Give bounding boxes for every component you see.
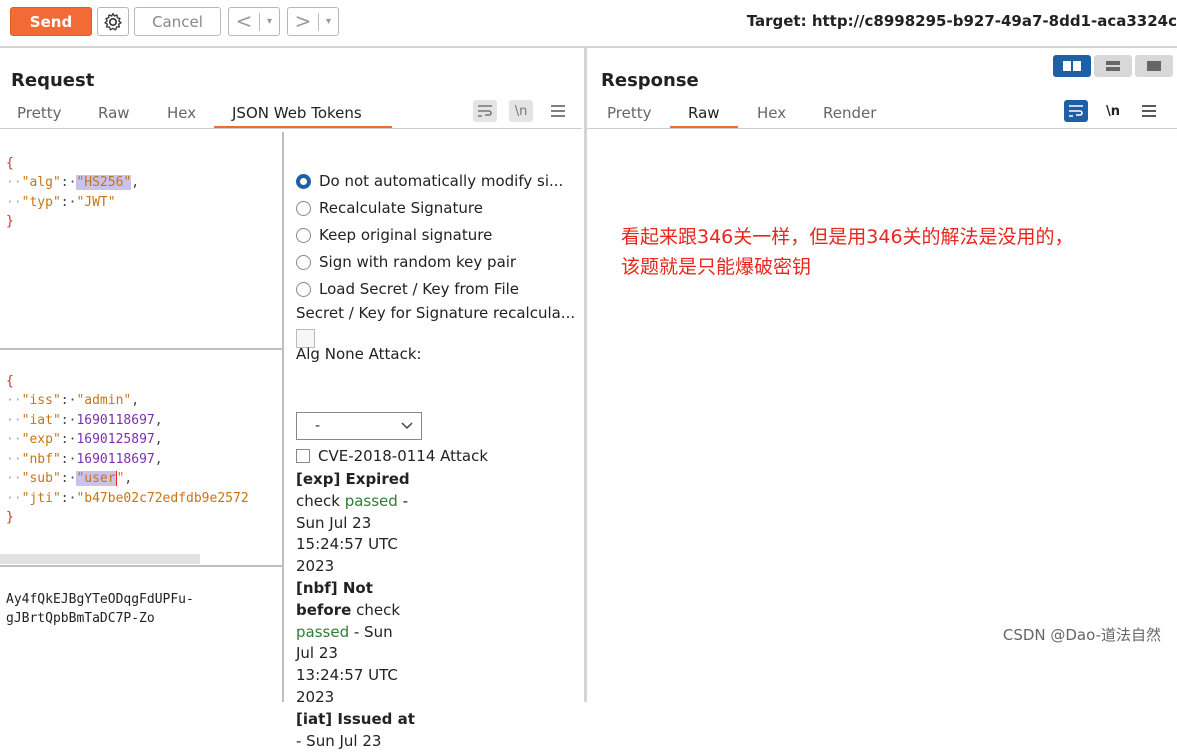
- newline-icon: \n: [1105, 103, 1120, 119]
- json-value: "JWT": [76, 194, 116, 210]
- radio-icon: [296, 200, 311, 216]
- response-panel: Response Pretty Raw Hex Render \n 看起来跟34…: [587, 48, 1177, 702]
- request-title: Request: [11, 70, 95, 91]
- selected-text: "user: [76, 471, 116, 486]
- gear-icon: [104, 12, 122, 30]
- radio-icon: [296, 227, 311, 243]
- layout-stacked-button[interactable]: [1094, 55, 1132, 77]
- checkbox-icon: [296, 449, 310, 463]
- layout-tabs-button[interactable]: [1135, 55, 1173, 77]
- forward-dropdown-icon[interactable]: ▾: [319, 16, 338, 27]
- hamburger-menu-icon: [551, 105, 565, 117]
- forward-arrow-icon: >: [294, 9, 312, 33]
- menu-button[interactable]: [546, 100, 570, 122]
- menu-button[interactable]: [1137, 100, 1161, 122]
- annotation-text: 看起来跟346关一样，但是用346关的解法是没用的， 该题就是只能爆破密钥: [621, 226, 1074, 278]
- single-pane-icon: [1147, 61, 1161, 71]
- top-toolbar: Send Cancel < ▾ > ▾ Target: http://c8998…: [0, 0, 1177, 48]
- pane-splitter[interactable]: [282, 132, 284, 702]
- tab-hex[interactable]: Hex: [167, 104, 196, 122]
- secret-label: Secret / Key for Signature recalcula...: [296, 304, 576, 322]
- radio-selected-icon: [296, 173, 311, 189]
- json-key: "typ": [21, 194, 61, 210]
- forward-button[interactable]: > ▾: [287, 7, 339, 36]
- back-button[interactable]: < ▾: [228, 7, 280, 36]
- response-title: Response: [601, 70, 699, 91]
- tab-hex[interactable]: Hex: [757, 104, 786, 122]
- active-tab-indicator: [214, 126, 392, 128]
- newline-toggle-button[interactable]: \n: [1101, 100, 1125, 122]
- jwt-signature-editor[interactable]: Ay4fQkEJBgYTeODqgFdUPFu-gJBrtQpbBmTaDC7P…: [0, 570, 282, 702]
- claims-check-results: [exp] Expired check passed - Sun Jul 23 …: [296, 470, 415, 750]
- tab-json-web-tokens[interactable]: JSON Web Tokens: [232, 104, 362, 122]
- radio-icon: [296, 281, 311, 297]
- jwt-payload-editor[interactable]: {··"iss":·"admin", ··"iat":·1690118697, ··…: [0, 352, 282, 552]
- cve-checkbox[interactable]: CVE-2018-0114 Attack: [296, 447, 488, 465]
- layout-toggle: [1053, 55, 1177, 79]
- radio-recalculate-signature[interactable]: Recalculate Signature: [296, 199, 483, 217]
- newline-icon: \n: [514, 103, 528, 119]
- radio-keep-original[interactable]: Keep original signature: [296, 226, 492, 244]
- tab-pretty[interactable]: Pretty: [607, 104, 652, 122]
- radio-random-key-pair[interactable]: Sign with random key pair: [296, 253, 516, 271]
- horizontal-scrollbar[interactable]: [0, 554, 200, 564]
- jwt-header-editor[interactable]: {··"alg":·"HS256", ··"typ":·"JWT"}: [0, 134, 282, 346]
- tab-raw[interactable]: Raw: [98, 104, 130, 122]
- wrap-lines-icon: [478, 105, 492, 117]
- target-url[interactable]: Target: http://c8998295-b927-49a7-8dd1-a…: [747, 12, 1177, 30]
- hamburger-menu-icon: [1142, 105, 1156, 117]
- tab-render[interactable]: Render: [823, 104, 876, 122]
- alg-none-select[interactable]: -: [296, 412, 422, 440]
- chevron-down-icon: [401, 422, 413, 430]
- layout-side-by-side-button[interactable]: [1053, 55, 1091, 77]
- columns-icon: [1063, 61, 1081, 71]
- send-button[interactable]: Send: [10, 7, 92, 36]
- wrap-lines-button[interactable]: [1064, 100, 1088, 122]
- back-arrow-icon: <: [235, 9, 253, 33]
- radio-icon: [296, 254, 311, 270]
- cancel-button[interactable]: Cancel: [134, 7, 221, 36]
- active-tab-indicator: [670, 126, 738, 128]
- wrap-lines-icon: [1069, 105, 1083, 117]
- settings-button[interactable]: [97, 7, 129, 36]
- tab-pretty[interactable]: Pretty: [17, 104, 62, 122]
- alg-none-label: Alg None Attack:: [296, 345, 422, 363]
- radio-load-secret[interactable]: Load Secret / Key from File: [296, 280, 519, 298]
- request-panel: Request Pretty Raw Hex JSON Web Tokens \…: [0, 48, 584, 750]
- json-key: "alg": [21, 175, 61, 190]
- wrap-lines-button[interactable]: [473, 100, 497, 122]
- radio-do-not-modify[interactable]: Do not automatically modify si...: [296, 172, 563, 190]
- tab-raw[interactable]: Raw: [688, 104, 720, 122]
- newline-toggle-button[interactable]: \n: [509, 100, 533, 122]
- watermark: CSDN @Dao-道法自然: [1002, 626, 1161, 644]
- rows-icon: [1106, 61, 1120, 71]
- back-dropdown-icon[interactable]: ▾: [260, 16, 279, 27]
- json-value: "HS256": [76, 175, 132, 190]
